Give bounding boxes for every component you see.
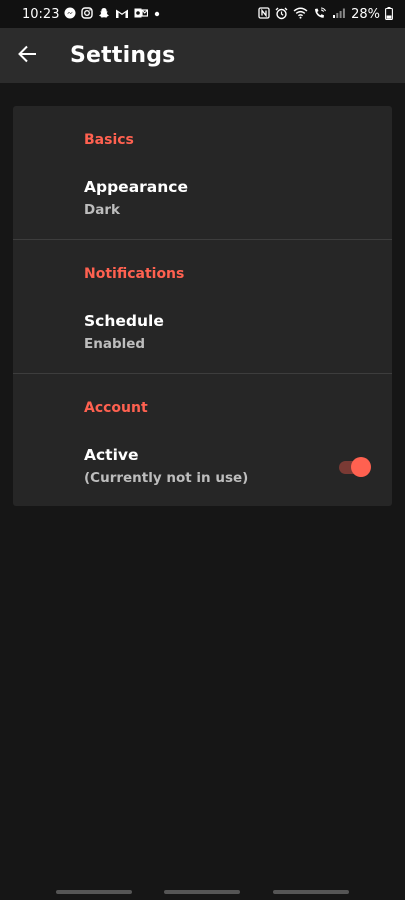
section-header: Notifications [84, 266, 185, 282]
battery-icon [385, 6, 393, 22]
section-header: Basics [84, 132, 134, 148]
setting-value: Dark [84, 202, 120, 218]
signal-icon [332, 7, 346, 21]
status-bar-left: 10:23 [22, 7, 161, 22]
status-bar: 10:23 28% [0, 0, 405, 28]
battery-percent: 28% [351, 6, 380, 22]
section-notifications: Notifications Schedule Enabled [13, 240, 392, 374]
wifi-call-icon [313, 7, 327, 21]
toggle-thumb [351, 457, 371, 477]
instagram-icon [81, 7, 94, 21]
nfc-icon [258, 7, 270, 21]
system-nav-bar [0, 884, 405, 900]
setting-schedule[interactable]: Schedule Enabled [84, 312, 374, 362]
alarm-icon [275, 7, 288, 22]
nav-recents-button[interactable] [56, 890, 133, 894]
app-bar: Settings [0, 28, 405, 83]
nav-back-button[interactable] [272, 890, 349, 894]
section-basics: Basics Appearance Dark [13, 106, 392, 240]
nav-home-button[interactable] [164, 890, 241, 894]
gmail-icon [115, 8, 129, 21]
back-button[interactable] [0, 28, 56, 83]
setting-title: Active [84, 446, 139, 464]
arrow-left-icon [18, 45, 38, 67]
setting-active[interactable]: Active (Currently not in use) [84, 446, 374, 496]
snapchat-icon [98, 7, 110, 21]
setting-title: Appearance [84, 178, 188, 196]
clock: 10:23 [22, 6, 60, 22]
settings-card: Basics Appearance Dark Notifications Sch… [13, 106, 392, 506]
outlook-icon [134, 7, 149, 21]
setting-appearance[interactable]: Appearance Dark [84, 178, 374, 228]
section-account: Account Active (Currently not in use) [13, 374, 392, 506]
setting-title: Schedule [84, 312, 164, 330]
setting-value: Enabled [84, 336, 146, 352]
dot-icon [153, 9, 161, 20]
page-title: Settings [70, 43, 176, 68]
section-header: Account [84, 400, 148, 416]
setting-value: (Currently not in use) [84, 470, 249, 486]
active-toggle[interactable] [337, 456, 373, 478]
wifi-icon [293, 7, 308, 21]
messenger-icon [64, 7, 76, 21]
status-bar-right: 28% [258, 6, 393, 22]
